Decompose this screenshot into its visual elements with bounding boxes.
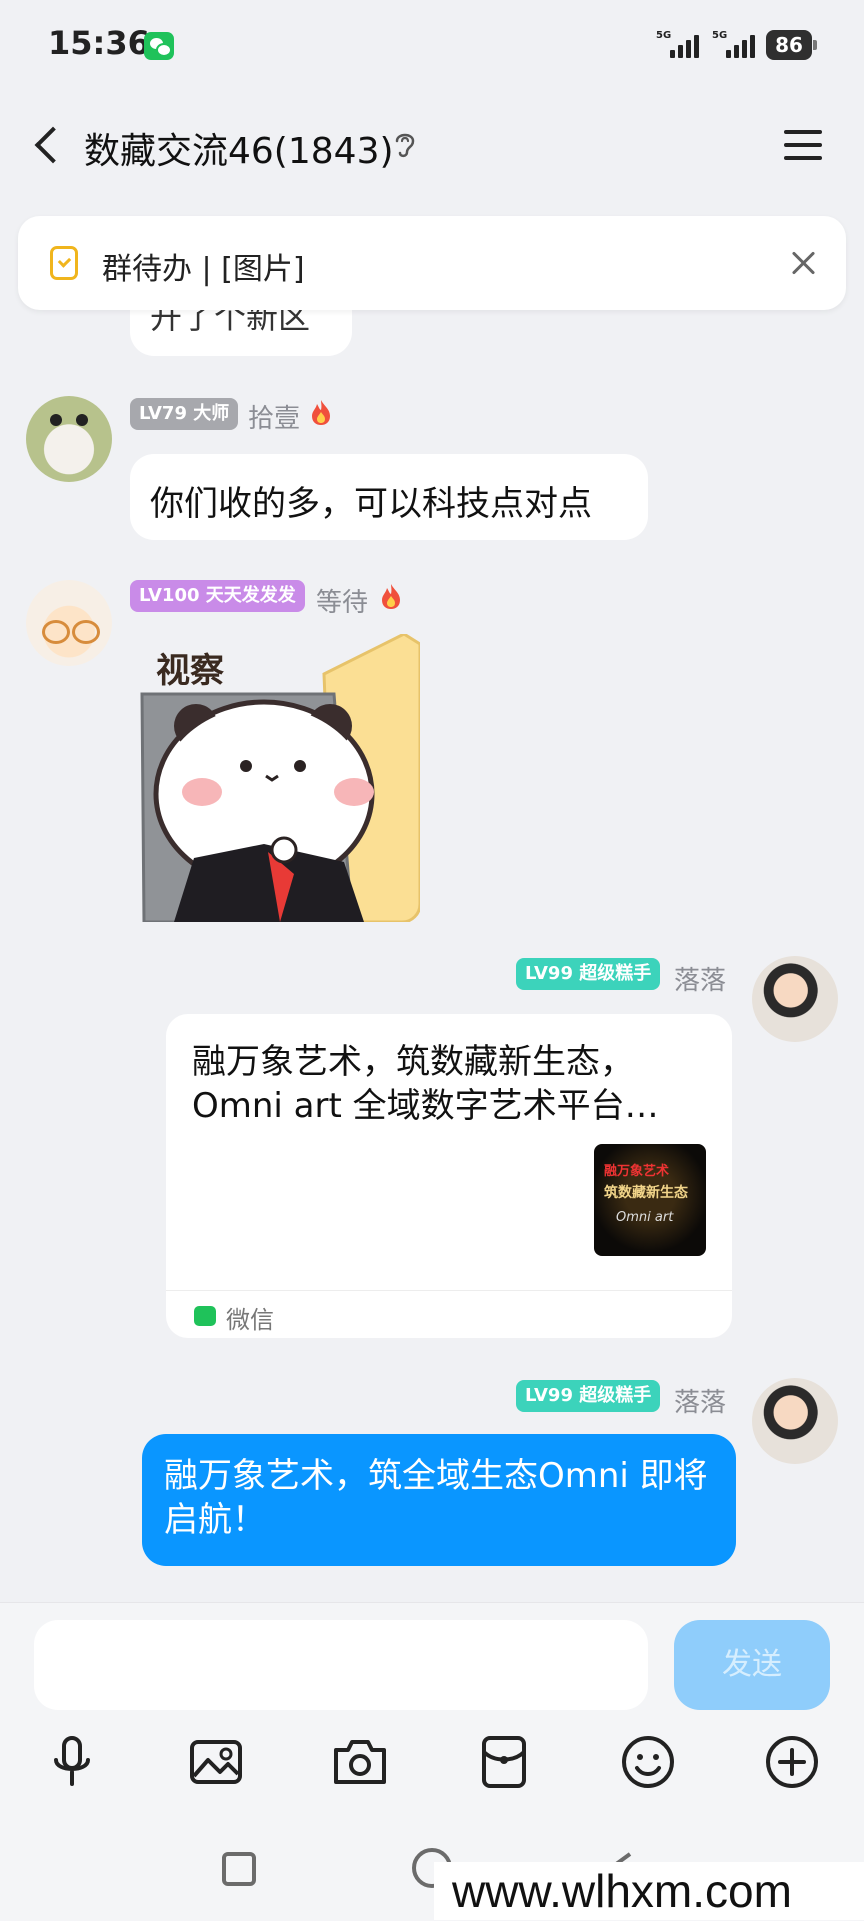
emoji-icon[interactable]: [618, 1732, 678, 1792]
avatar[interactable]: [26, 580, 112, 666]
todo-text: 群待办 | [图片]: [102, 252, 305, 287]
sticker-text: 视察: [156, 651, 224, 691]
back-button[interactable]: [24, 118, 74, 174]
divider: [166, 1290, 732, 1291]
fire-icon: [312, 400, 330, 425]
menu-button[interactable]: [780, 126, 828, 164]
sender-name[interactable]: 落落: [674, 1382, 726, 1419]
level-badge: LV99 超级糕手: [516, 1380, 661, 1412]
avatar[interactable]: [752, 1378, 838, 1464]
avatar[interactable]: [26, 396, 112, 482]
link-card[interactable]: 融万象艺术，筑数藏新生态，Omni art 全域数字艺术平台… 融万象艺术 筑数…: [166, 1014, 732, 1338]
plus-icon[interactable]: [762, 1732, 822, 1792]
thumbnail-text: Omni art: [616, 1210, 674, 1225]
panda-sticker[interactable]: 视察: [134, 634, 420, 922]
message-text: 融万象艺术，筑全域生态Omni 即将启航！: [164, 1456, 708, 1540]
close-icon[interactable]: [784, 244, 822, 282]
sender-name[interactable]: 拾壹: [248, 398, 300, 435]
own-message-bubble[interactable]: 融万象艺术，筑全域生态Omni 即将启航！: [142, 1434, 736, 1566]
watermark-text: www.wlhxm.com: [452, 1865, 792, 1917]
send-button[interactable]: 发送: [674, 1620, 830, 1710]
watermark: www.wlhxm.com: [434, 1862, 864, 1920]
avatar[interactable]: [752, 956, 838, 1042]
network-type-1: 5G: [656, 30, 672, 41]
group-todo-banner[interactable]: 群待办 | [图片]: [18, 216, 846, 310]
link-card-title: 融万象艺术，筑数藏新生态，Omni art 全域数字艺术平台…: [192, 1042, 659, 1126]
message-text: 你们收的多，可以科技点对点: [150, 484, 592, 524]
ear-icon[interactable]: [392, 128, 418, 160]
mic-icon[interactable]: [42, 1732, 102, 1792]
todo-icon: [50, 246, 78, 280]
red-packet-icon[interactable]: [474, 1732, 534, 1792]
wechat-notification-icon: [144, 32, 174, 60]
level-badge: LV99 超级糕手: [516, 958, 661, 990]
fire-icon: [382, 584, 400, 609]
link-card-source: 微信: [226, 1306, 274, 1334]
message-bubble[interactable]: 你们收的多，可以科技点对点: [130, 454, 648, 540]
chat-title[interactable]: 数藏交流46(1843): [84, 122, 394, 174]
battery-icon: 86: [766, 30, 817, 60]
recent-apps-button[interactable]: [222, 1852, 256, 1886]
link-card-thumbnail: 融万象艺术 筑数藏新生态 Omni art: [594, 1144, 706, 1256]
thumbnail-text: 筑数藏新生态: [604, 1185, 688, 1201]
sender-name[interactable]: 落落: [674, 960, 726, 997]
wechat-icon: [194, 1306, 216, 1326]
signal-icon-sim1: 5G: [656, 30, 712, 60]
level-badge: LV100 天天发发发: [130, 580, 305, 612]
image-icon[interactable]: [186, 1732, 246, 1792]
network-type-2: 5G: [712, 30, 728, 41]
thumbnail-text: 融万象艺术: [604, 1164, 670, 1179]
battery-level: 86: [775, 33, 803, 57]
camera-icon[interactable]: [330, 1732, 390, 1792]
status-time: 15:36: [48, 24, 150, 62]
signal-icon-sim2: 5G: [712, 30, 768, 60]
message-input[interactable]: [34, 1620, 648, 1710]
level-badge: LV79 大师: [130, 398, 239, 430]
sender-name[interactable]: 等待: [316, 582, 368, 619]
